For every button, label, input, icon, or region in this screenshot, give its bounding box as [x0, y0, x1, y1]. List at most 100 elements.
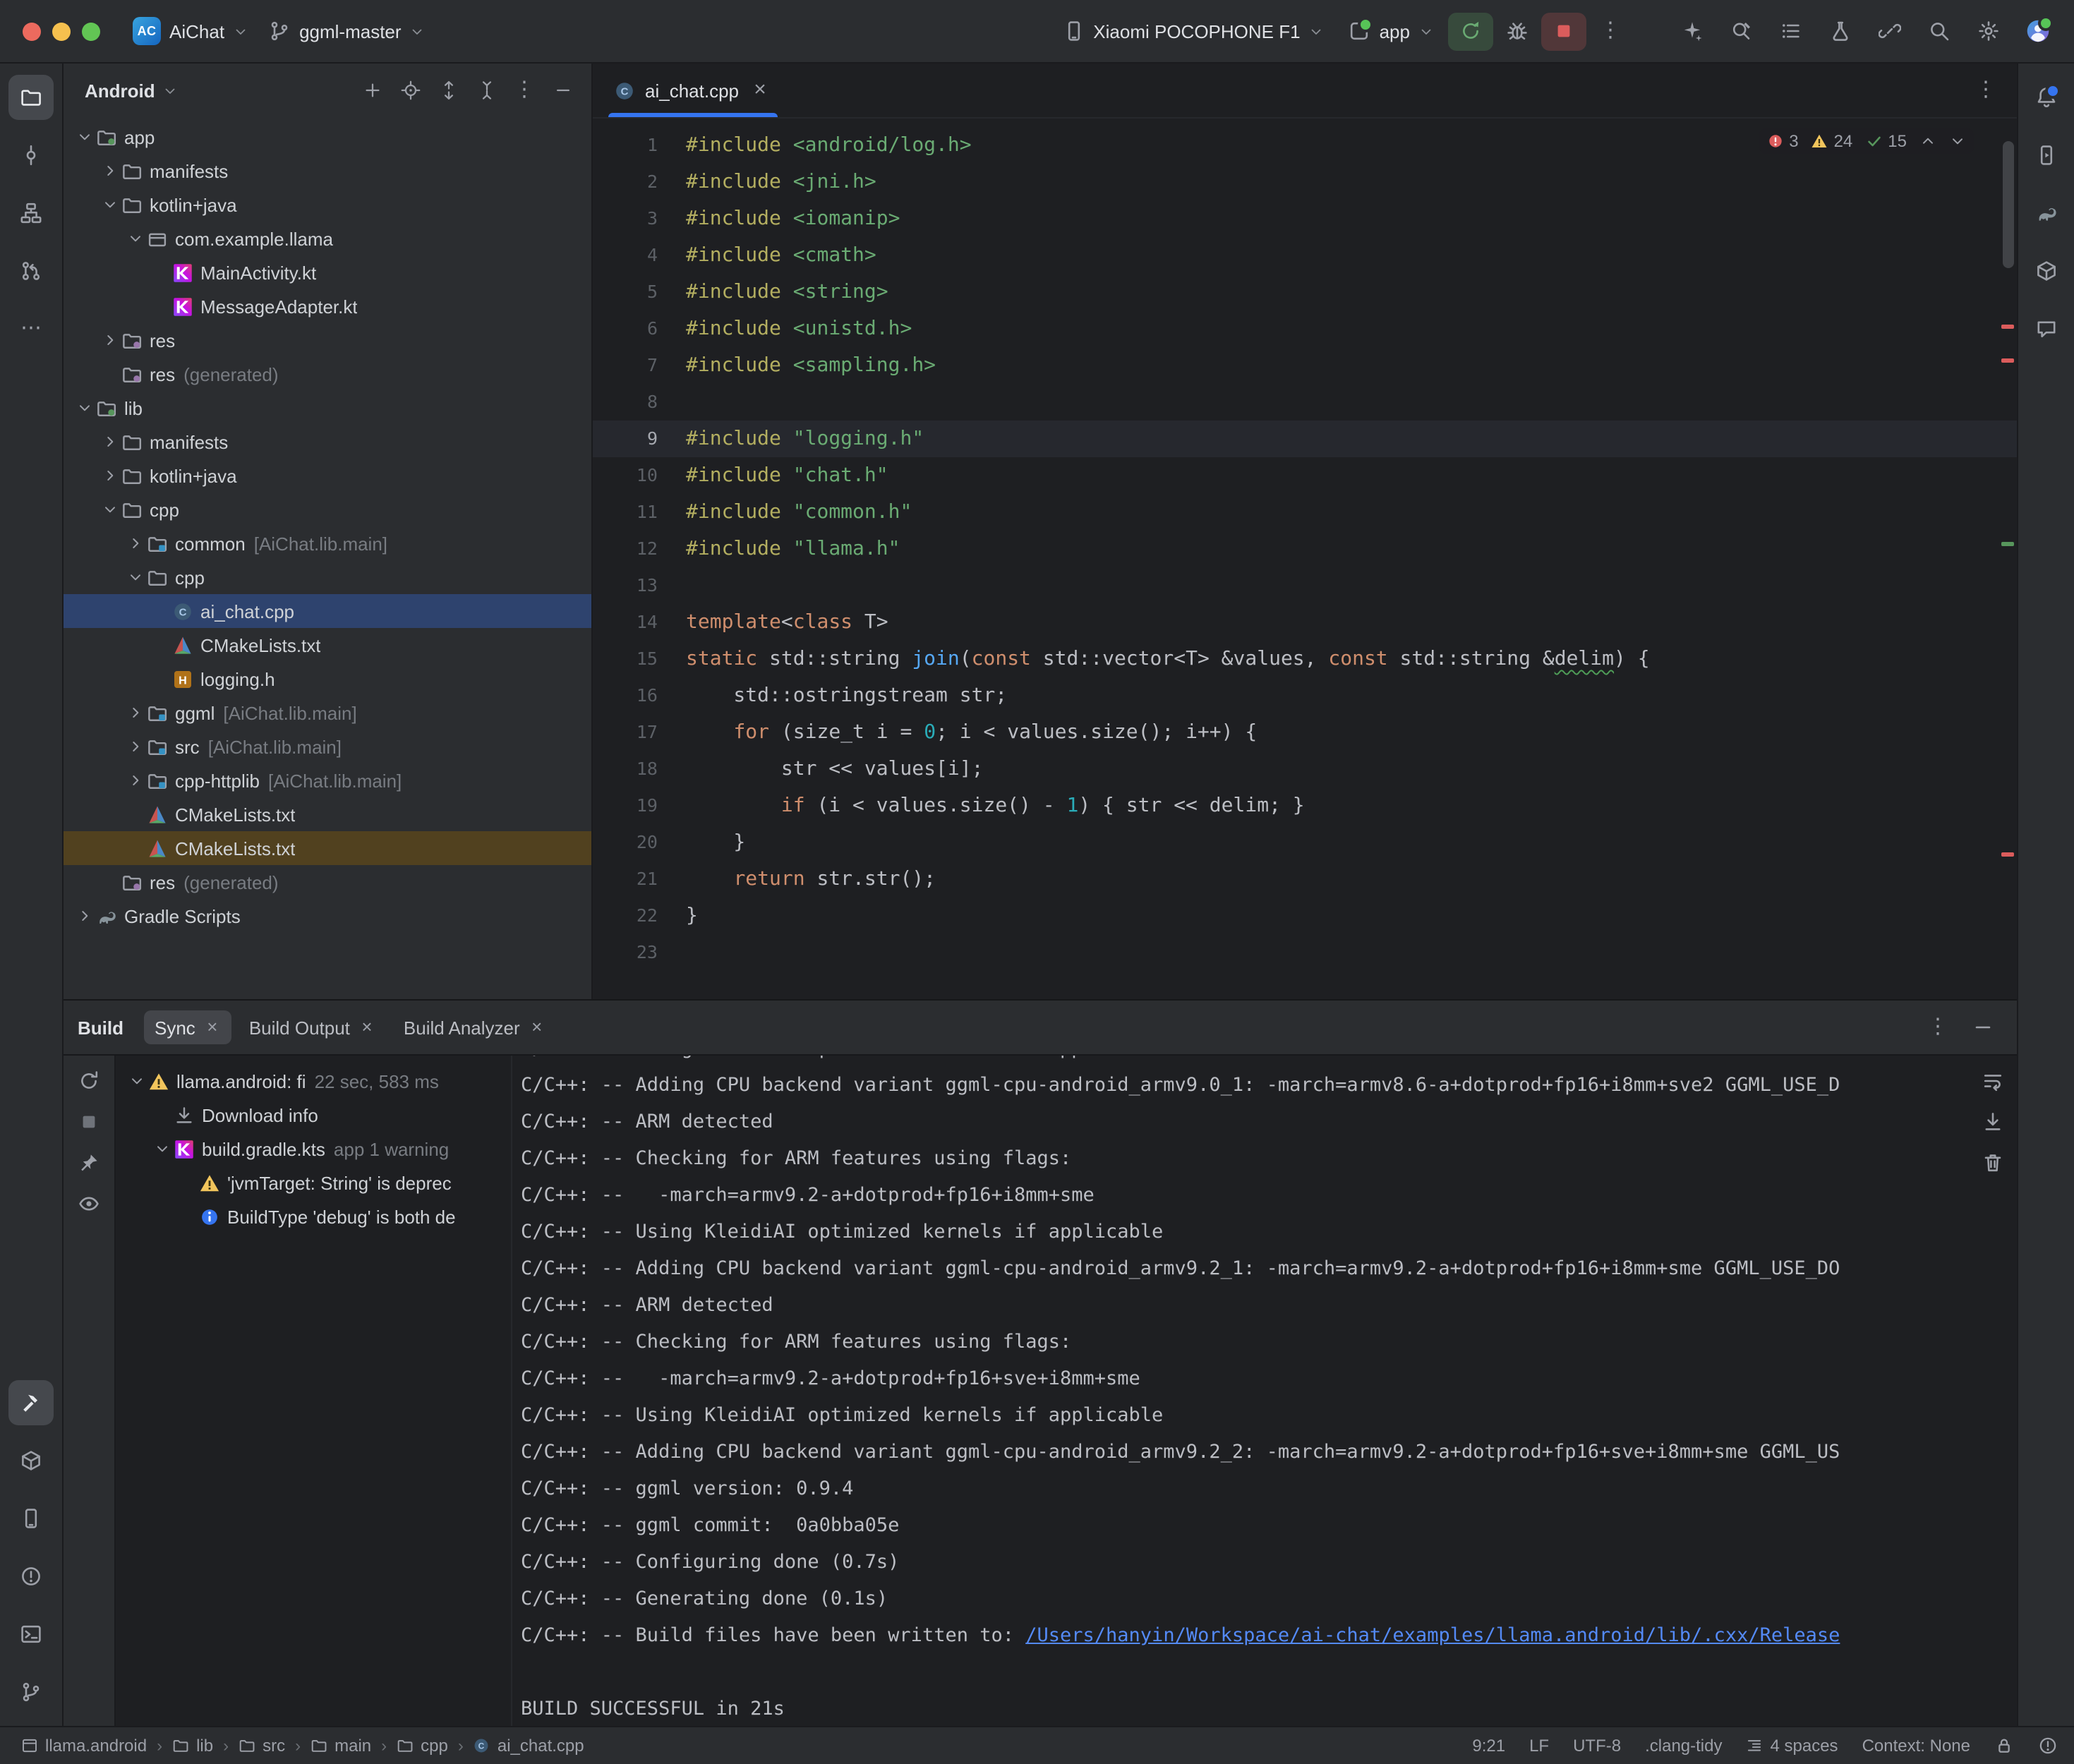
code-line[interactable]: 15static std::string join(const std::vec… [593, 641, 2017, 677]
minimize-window-button[interactable] [52, 22, 71, 40]
chevron-down-icon[interactable] [123, 230, 147, 247]
line-number[interactable]: 23 [593, 934, 686, 971]
close-tab-icon[interactable]: × [358, 1016, 375, 1039]
notifications[interactable] [2024, 75, 2069, 120]
clear-all-button[interactable] [1982, 1152, 2004, 1174]
code-line[interactable]: 9#include "logging.h" [593, 421, 2017, 457]
code-line[interactable]: 3#include <iomanip> [593, 200, 2017, 237]
line-number[interactable]: 6 [593, 310, 686, 347]
line-number[interactable]: 10 [593, 457, 686, 494]
device-pairing-button[interactable] [1870, 12, 1910, 50]
more-tool-windows[interactable]: ⋯ [8, 306, 54, 351]
tree-item[interactable]: CMakeLists.txt [64, 628, 591, 662]
code-line[interactable]: 12#include "llama.h" [593, 531, 2017, 567]
chevron-down-icon[interactable] [97, 196, 121, 213]
line-number[interactable]: 15 [593, 641, 686, 677]
scroll-to-end-button[interactable] [1982, 1111, 2004, 1133]
project-tool[interactable] [8, 75, 54, 120]
search-everywhere-button[interactable] [1919, 12, 1959, 50]
device-selector[interactable]: Xiaomi POCOPHONE F1 [1052, 14, 1334, 48]
structure-tool[interactable] [8, 191, 54, 236]
debug-button[interactable] [1497, 12, 1537, 50]
line-number[interactable]: 4 [593, 237, 686, 274]
tree-item[interactable]: res(generated) [64, 865, 591, 899]
project-selector[interactable]: AC AiChat [123, 11, 258, 51]
error-mark[interactable] [2001, 325, 2014, 329]
device-manager-tool[interactable] [8, 1496, 54, 1541]
code-line[interactable]: 16 std::ostringstream str; [593, 677, 2017, 714]
chevron-down-icon[interactable] [97, 501, 121, 518]
code-line[interactable]: 18 str << values[i]; [593, 751, 2017, 787]
errors-count[interactable]: 3 [1766, 131, 1798, 151]
tree-item[interactable]: cpp [64, 493, 591, 526]
code-line[interactable]: 5#include <string> [593, 274, 2017, 310]
commit-tool[interactable] [8, 133, 54, 178]
close-tab-icon[interactable]: × [749, 79, 771, 102]
code-line[interactable]: 19 if (i < values.size() - 1) { str << d… [593, 787, 2017, 824]
tree-item[interactable]: CMakeLists.txt [64, 831, 591, 865]
pin-tab-button[interactable] [78, 1152, 100, 1174]
line-number[interactable]: 2 [593, 164, 686, 200]
code-line[interactable]: 8 [593, 384, 2017, 421]
tree-item[interactable]: res [64, 323, 591, 357]
project-view-selector[interactable]: Android [75, 74, 188, 107]
file-encoding[interactable]: UTF-8 [1573, 1736, 1621, 1756]
tree-item[interactable]: 'jvmTarget: String' is deprec [116, 1166, 511, 1200]
rerun-sync-button[interactable] [78, 1070, 100, 1092]
tree-item[interactable]: ggml[AiChat.lib.main] [64, 696, 591, 730]
code-line[interactable]: 7#include <sampling.h> [593, 347, 2017, 384]
user-profile-button[interactable] [2018, 12, 2058, 50]
zoom-window-button[interactable] [82, 22, 100, 40]
chevron-down-icon[interactable] [150, 1140, 174, 1157]
readonly-toggle[interactable] [1994, 1736, 2014, 1756]
code-line[interactable]: 4#include <cmath> [593, 237, 2017, 274]
tree-item[interactable]: src[AiChat.lib.main] [64, 730, 591, 763]
caret-position[interactable]: 9:21 [1472, 1736, 1505, 1756]
build-console[interactable]: C/C++: -- Using KleidiAI optimized kerne… [512, 1056, 1969, 1726]
tree-item[interactable]: Cai_chat.cpp [64, 594, 591, 628]
editor-scrollbar-thumb[interactable] [2003, 141, 2014, 268]
chevron-right-icon[interactable] [123, 704, 147, 721]
ai-assistant-button[interactable] [1672, 12, 1712, 50]
close-tab-icon[interactable]: × [529, 1016, 545, 1039]
warnings-count[interactable]: 24 [1811, 131, 1853, 151]
tree-item[interactable]: cpp-httplib[AiChat.lib.main] [64, 763, 591, 797]
tree-item[interactable]: kotlin+java [64, 188, 591, 222]
line-number[interactable]: 5 [593, 274, 686, 310]
build-tree[interactable]: llama.android: fi22 sec, 583 msDownload … [116, 1056, 512, 1726]
build-tab-sync[interactable]: Sync× [143, 1010, 232, 1044]
tree-item[interactable]: manifests [64, 154, 591, 188]
breadcrumb-item[interactable]: cpp [392, 1734, 452, 1757]
passed-count[interactable]: 15 [1865, 131, 1907, 151]
soft-wrap-button[interactable] [1982, 1070, 2004, 1092]
run-config-selector[interactable]: app [1339, 14, 1444, 48]
tree-item[interactable]: llama.android: fi22 sec, 583 ms [116, 1064, 511, 1098]
todo-list-button[interactable] [1771, 12, 1811, 50]
chevron-right-icon[interactable] [123, 738, 147, 755]
hide-build-panel[interactable] [1963, 1008, 2003, 1046]
previous-problem-icon[interactable] [1919, 133, 1936, 150]
line-number[interactable]: 9 [593, 421, 686, 457]
line-number[interactable]: 17 [593, 714, 686, 751]
run-button[interactable] [1448, 12, 1493, 50]
add-button[interactable] [354, 73, 390, 108]
chevron-right-icon[interactable] [97, 162, 121, 179]
settings-button[interactable] [1969, 12, 2008, 50]
build-tool[interactable] [8, 1380, 54, 1425]
code-line[interactable]: 13 [593, 567, 2017, 604]
code-line[interactable]: 20 } [593, 824, 2017, 861]
tree-item[interactable]: cpp [64, 560, 591, 594]
tree-item[interactable]: CMakeLists.txt [64, 797, 591, 831]
device-explorer-tool[interactable] [2024, 248, 2069, 294]
code-review-button[interactable] [1722, 12, 1761, 50]
build-tab-build-output[interactable]: Build Output× [238, 1010, 387, 1044]
build-variants-button[interactable] [1821, 12, 1860, 50]
close-window-button[interactable] [23, 22, 41, 40]
line-number[interactable]: 7 [593, 347, 686, 384]
tree-item[interactable]: com.example.llama [64, 222, 591, 255]
more-run-actions[interactable]: ⋮ [1591, 12, 1630, 50]
code-line[interactable]: 6#include <unistd.h> [593, 310, 2017, 347]
run-context[interactable]: Context: None [1862, 1736, 1970, 1756]
stop-build-button[interactable] [78, 1111, 100, 1133]
tree-item[interactable]: res(generated) [64, 357, 591, 391]
